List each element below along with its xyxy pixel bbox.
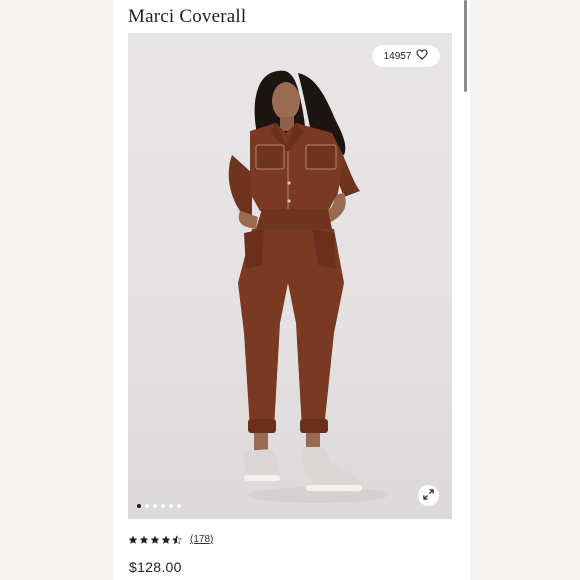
favorite-count: 14957 [383,50,412,62]
star-rating [128,534,182,545]
pagination-dot[interactable] [145,504,149,508]
favorite-button[interactable]: 14957 [372,45,440,67]
review-count-link[interactable]: (178) [190,534,213,545]
image-pagination [137,504,181,508]
pagination-dot[interactable] [169,504,173,508]
right-margin [470,0,580,580]
expand-icon [423,487,434,505]
pagination-dot[interactable] [161,504,165,508]
product-rating: (178) [128,534,213,545]
product-image[interactable] [128,33,452,519]
left-margin [0,0,113,580]
pagination-dot[interactable] [153,504,157,508]
model-illustration [228,70,388,503]
heart-icon [416,47,428,65]
zoom-button[interactable] [418,485,439,506]
product-price: $128.00 [129,559,182,575]
pagination-dot[interactable] [177,504,181,508]
pagination-dot[interactable] [137,504,141,508]
star-icon [128,535,138,544]
star-icon [161,535,171,544]
half-star-icon [172,534,182,544]
star-icon [139,535,149,544]
product-title: Marci Coverall [128,6,247,27]
star-icon [150,535,160,544]
scrollbar[interactable] [464,0,467,92]
